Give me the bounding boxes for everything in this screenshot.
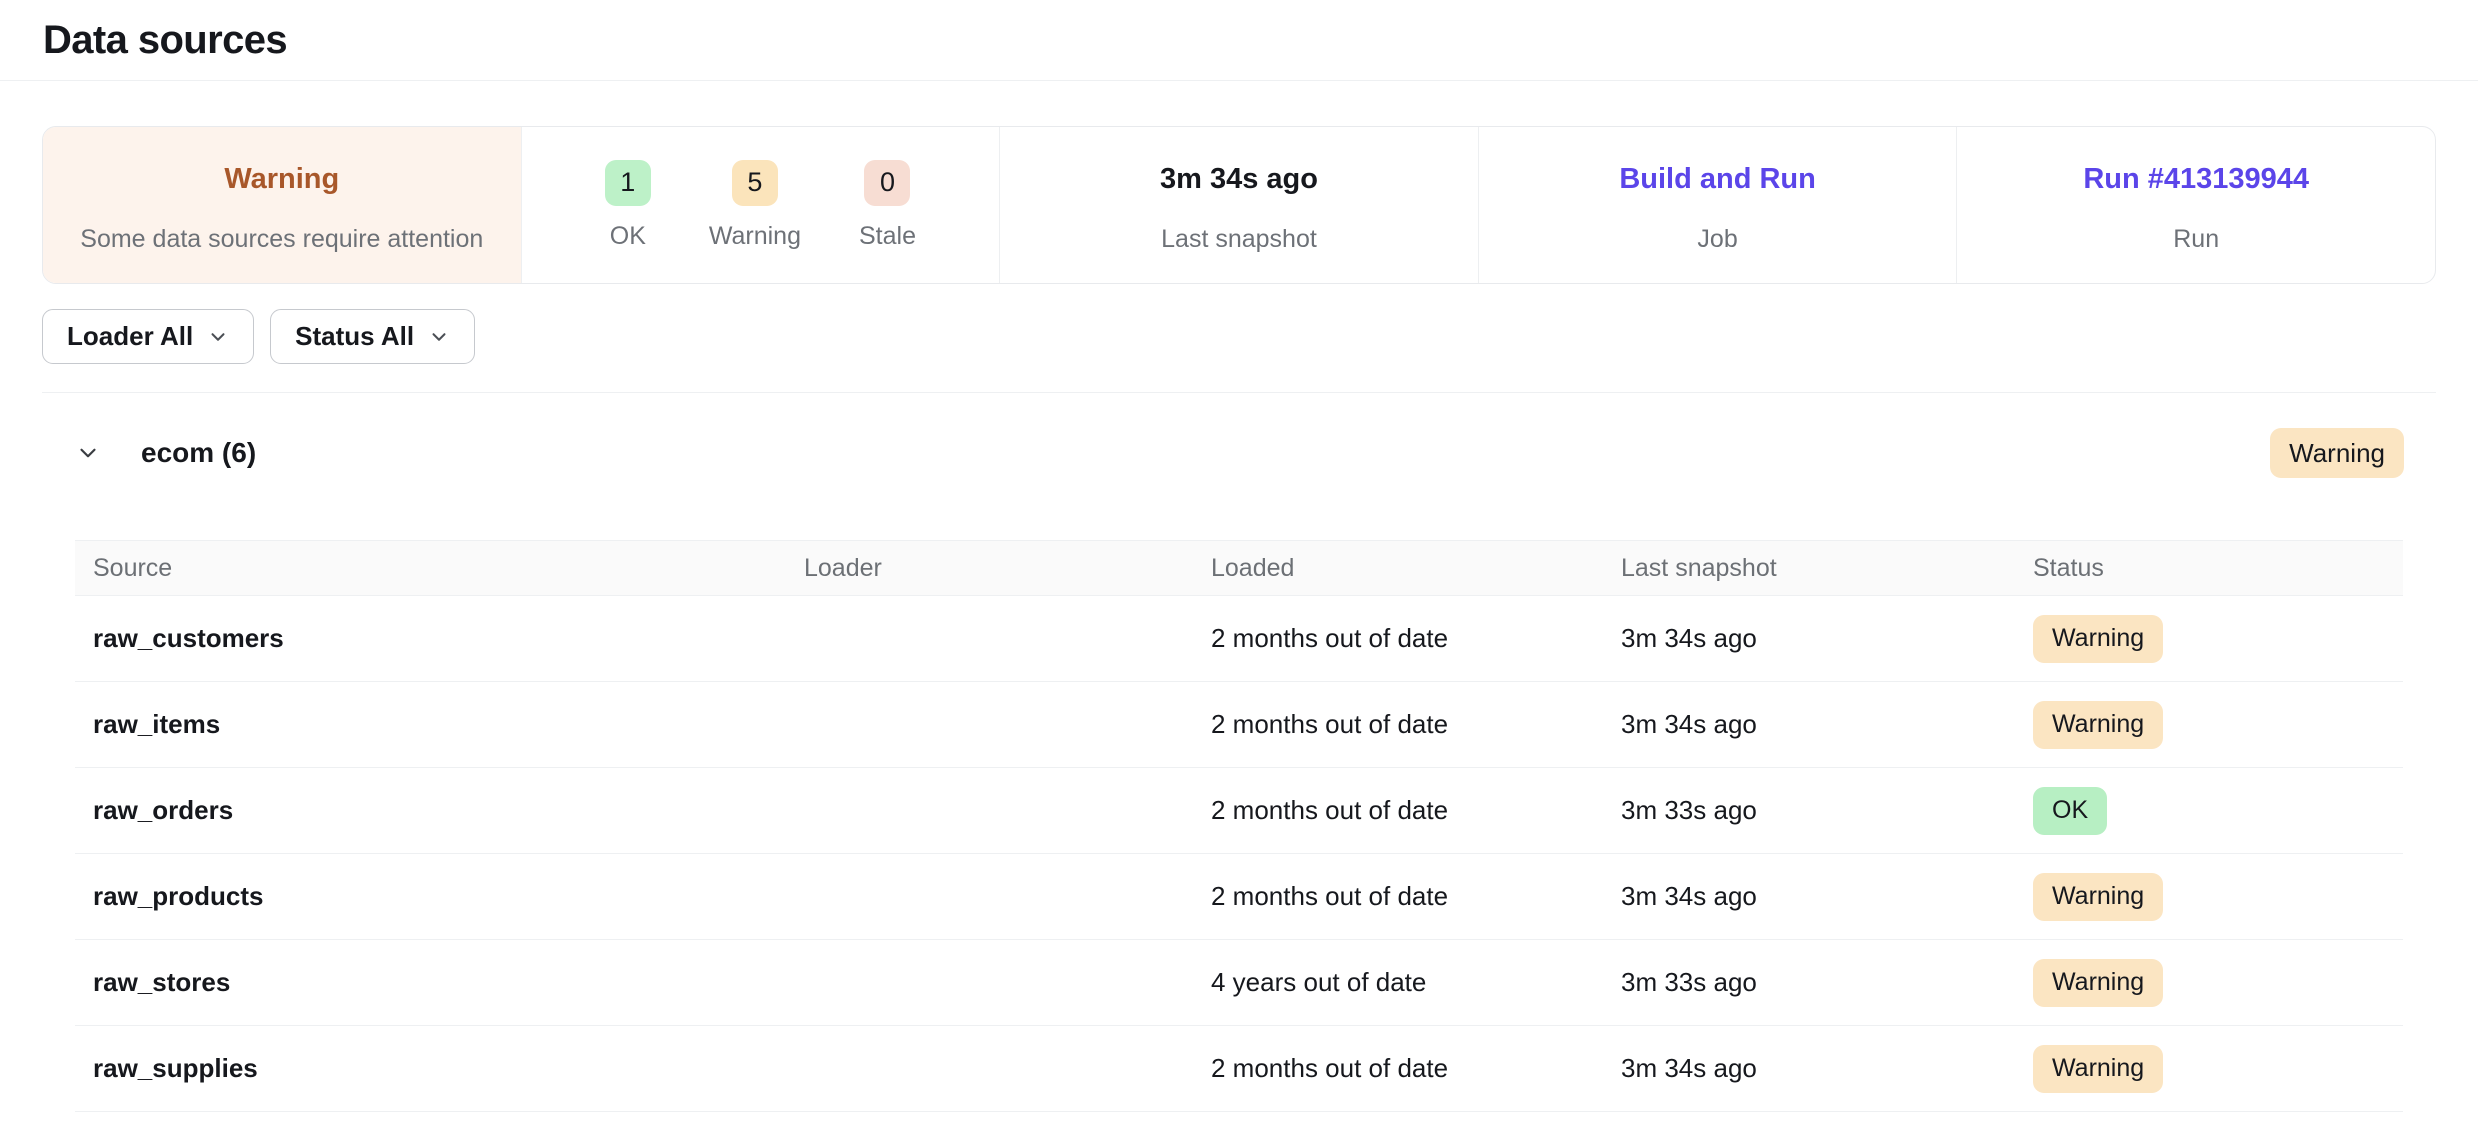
summary-status-card[interactable]: Warning Some data sources require attent… bbox=[43, 127, 521, 283]
cell-source: raw_customers bbox=[75, 623, 786, 654]
warning-count-pill: 5 bbox=[732, 160, 778, 206]
summary-last-snapshot-card: 3m 34s ago Last snapshot bbox=[999, 127, 1478, 283]
cell-loaded: 4 years out of date bbox=[1193, 967, 1603, 998]
table-row[interactable]: raw_customers 2 months out of date3m 34s … bbox=[75, 596, 2403, 682]
data-sources-table: Source Loader Loaded Last snapshot Statu… bbox=[75, 540, 2403, 1112]
cell-last-snapshot: 3m 34s ago bbox=[1603, 623, 2015, 654]
cell-last-snapshot: 3m 34s ago bbox=[1603, 709, 2015, 740]
column-header-loaded: Loaded bbox=[1193, 554, 1603, 583]
main-content: Warning Some data sources require attent… bbox=[0, 126, 2478, 1112]
summary-job-card: Build and Run Job bbox=[1478, 127, 1957, 283]
cell-last-snapshot: 3m 34s ago bbox=[1603, 881, 2015, 912]
status-badge: Warning bbox=[2033, 615, 2163, 663]
cell-loaded: 2 months out of date bbox=[1193, 709, 1603, 740]
status-filter-label: Status All bbox=[295, 321, 414, 352]
group-title: ecom (6) bbox=[141, 437, 256, 469]
cell-last-snapshot: 3m 34s ago bbox=[1603, 1053, 2015, 1084]
status-badge: Warning bbox=[2033, 701, 2163, 749]
stale-count-label: Stale bbox=[859, 222, 916, 251]
table-row[interactable]: raw_supplies 2 months out of date3m 34s a… bbox=[75, 1026, 2403, 1112]
cell-source: raw_items bbox=[75, 709, 786, 740]
status-badge: Warning bbox=[2033, 959, 2163, 1007]
status-counts: 1 OK 5 Warning 0 Stale bbox=[605, 160, 916, 251]
column-header-last-snapshot: Last snapshot bbox=[1603, 554, 2015, 583]
cell-source: raw_products bbox=[75, 881, 786, 912]
run-label: Run bbox=[2173, 224, 2219, 254]
page-header: Data sources bbox=[0, 0, 2478, 81]
ok-count-pill: 1 bbox=[605, 160, 651, 206]
last-snapshot-value: 3m 34s ago bbox=[1160, 156, 1318, 202]
cell-source: raw_stores bbox=[75, 967, 786, 998]
cell-loaded: 2 months out of date bbox=[1193, 1053, 1603, 1084]
group-status-badge: Warning bbox=[2270, 428, 2404, 478]
job-link[interactable]: Build and Run bbox=[1619, 156, 1816, 202]
stale-count-pill: 0 bbox=[864, 160, 910, 206]
cell-status: OK bbox=[2015, 787, 2403, 835]
group-header-ecom[interactable]: ecom (6) Warning bbox=[42, 428, 2436, 478]
table-header-row: Source Loader Loaded Last snapshot Statu… bbox=[75, 540, 2403, 596]
chevron-down-icon[interactable] bbox=[75, 440, 101, 466]
summary-bar: Warning Some data sources require attent… bbox=[42, 126, 2436, 284]
cell-source: raw_supplies bbox=[75, 1053, 786, 1084]
cell-status: Warning bbox=[2015, 1045, 2403, 1093]
divider bbox=[42, 392, 2436, 393]
table-row[interactable]: raw_orders 2 months out of date3m 33s ago… bbox=[75, 768, 2403, 854]
loader-filter-dropdown[interactable]: Loader All bbox=[42, 309, 254, 364]
cell-status: Warning bbox=[2015, 959, 2403, 1007]
last-snapshot-label: Last snapshot bbox=[1161, 224, 1317, 254]
overall-status-label: Warning bbox=[224, 156, 339, 202]
count-warning: 5 Warning bbox=[709, 160, 801, 251]
filters-row: Loader All Status All bbox=[42, 309, 2436, 364]
status-badge: Warning bbox=[2033, 1045, 2163, 1093]
table-row[interactable]: raw_stores 4 years out of date3m 33s ago W… bbox=[75, 940, 2403, 1026]
cell-status: Warning bbox=[2015, 615, 2403, 663]
summary-run-card: Run #413139944 Run bbox=[1956, 127, 2435, 283]
column-header-loader: Loader bbox=[786, 554, 1193, 583]
status-badge: OK bbox=[2033, 787, 2107, 835]
summary-counts-card: 1 OK 5 Warning 0 Stale bbox=[521, 127, 1000, 283]
overall-status-subtitle: Some data sources require attention bbox=[80, 224, 483, 254]
chevron-down-icon bbox=[207, 326, 229, 348]
job-label: Job bbox=[1697, 224, 1737, 254]
table-row[interactable]: raw_items 2 months out of date3m 34s ago W… bbox=[75, 682, 2403, 768]
cell-loaded: 2 months out of date bbox=[1193, 881, 1603, 912]
cell-loaded: 2 months out of date bbox=[1193, 623, 1603, 654]
column-header-status: Status bbox=[2015, 554, 2403, 583]
ok-count-label: OK bbox=[610, 222, 646, 251]
count-ok: 1 OK bbox=[605, 160, 651, 251]
status-badge: Warning bbox=[2033, 873, 2163, 921]
warning-count-label: Warning bbox=[709, 222, 801, 251]
loader-filter-label: Loader All bbox=[67, 321, 193, 352]
status-filter-dropdown[interactable]: Status All bbox=[270, 309, 475, 364]
chevron-down-icon bbox=[428, 326, 450, 348]
cell-last-snapshot: 3m 33s ago bbox=[1603, 967, 2015, 998]
cell-last-snapshot: 3m 33s ago bbox=[1603, 795, 2015, 826]
run-link[interactable]: Run #413139944 bbox=[2083, 156, 2309, 202]
cell-status: Warning bbox=[2015, 873, 2403, 921]
table-row[interactable]: raw_products 2 months out of date3m 34s a… bbox=[75, 854, 2403, 940]
page-title: Data sources bbox=[43, 18, 287, 63]
column-header-source: Source bbox=[75, 554, 786, 583]
cell-source: raw_orders bbox=[75, 795, 786, 826]
count-stale: 0 Stale bbox=[859, 160, 916, 251]
table-body: raw_customers2 months out of date3m 34s … bbox=[75, 596, 2403, 1112]
cell-status: Warning bbox=[2015, 701, 2403, 749]
cell-loaded: 2 months out of date bbox=[1193, 795, 1603, 826]
